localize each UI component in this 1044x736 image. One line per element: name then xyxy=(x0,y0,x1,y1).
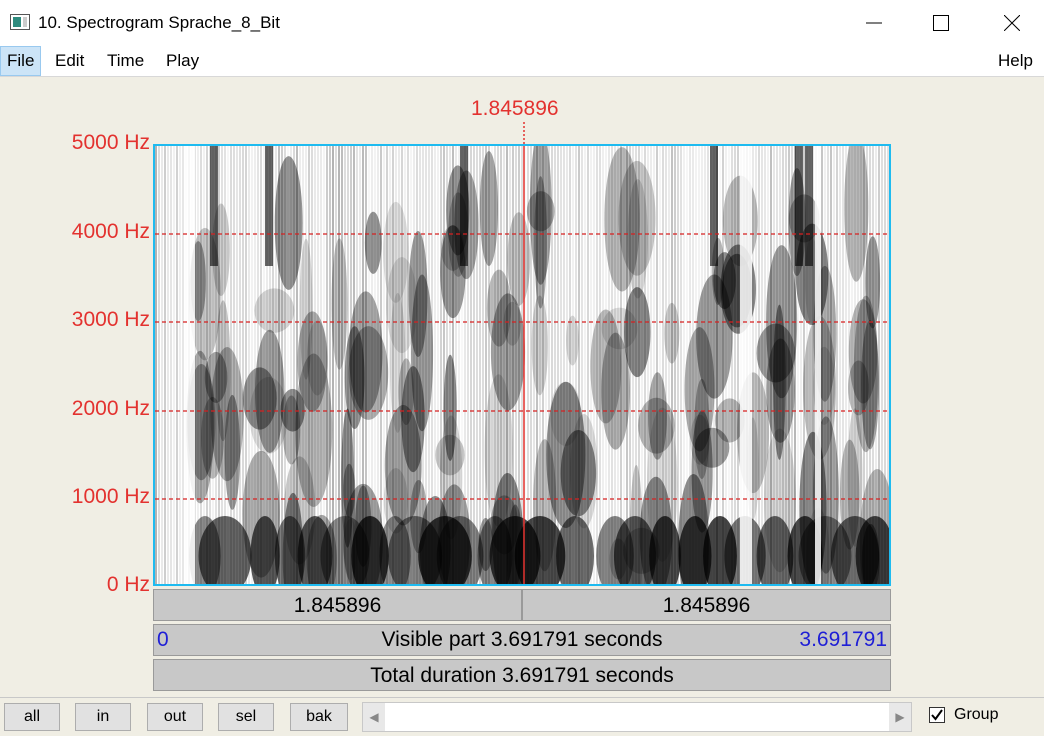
freq-label-5000: 5000 Hz xyxy=(71,131,150,154)
freq-label-1000: 1000 Hz xyxy=(71,485,150,508)
group-checkbox[interactable] xyxy=(929,707,945,723)
menu-bar: File Edit Time Play Help xyxy=(0,46,1044,77)
zoom-out-button[interactable]: out xyxy=(147,703,203,731)
freq-label-4000: 4000 Hz xyxy=(71,220,150,243)
menu-play[interactable]: Play xyxy=(160,46,205,76)
zoom-in-button[interactable]: in xyxy=(75,703,131,731)
group-label: Group xyxy=(954,706,999,723)
window-title: 10. Spectrogram Sprache_8_Bit xyxy=(38,13,280,32)
bottom-toolbar: all in out sel bak ◀ ▶ Group xyxy=(0,697,1044,736)
minimize-icon xyxy=(866,22,882,24)
minimize-button[interactable] xyxy=(851,0,897,46)
close-icon xyxy=(1004,15,1020,31)
spectrogram-image xyxy=(155,146,889,584)
visible-start: 0 xyxy=(157,628,169,651)
visible-end: 3.691791 xyxy=(799,628,887,651)
freq-label-3000: 3000 Hz xyxy=(71,308,150,331)
menu-time[interactable]: Time xyxy=(101,46,150,76)
app-icon xyxy=(10,14,30,30)
visible-part-text: Visible part 3.691791 seconds xyxy=(381,628,663,651)
freq-label-2000: 2000 Hz xyxy=(71,397,150,420)
zoom-back-button[interactable]: bak xyxy=(290,703,348,731)
segment-right[interactable]: 1.845896 xyxy=(522,589,891,621)
title-bar: 10. Spectrogram Sprache_8_Bit xyxy=(0,0,1044,46)
spectrogram-panel[interactable] xyxy=(153,144,891,586)
menu-edit[interactable]: Edit xyxy=(49,46,90,76)
menu-help[interactable]: Help xyxy=(992,46,1039,76)
zoom-selection-button[interactable]: sel xyxy=(218,703,274,731)
maximize-button[interactable] xyxy=(918,0,964,46)
visible-part-bar[interactable]: Visible part 3.691791 seconds 0 3.691791 xyxy=(153,624,891,656)
segment-left[interactable]: 1.845896 xyxy=(153,589,522,621)
checkmark-icon xyxy=(931,709,943,721)
menu-file[interactable]: File xyxy=(0,46,42,76)
scroll-right-icon[interactable]: ▶ xyxy=(889,703,911,731)
freq-label-0: 0 Hz xyxy=(106,573,150,596)
horizontal-scrollbar[interactable]: ◀ ▶ xyxy=(362,702,912,732)
close-button[interactable] xyxy=(989,0,1035,46)
total-duration-bar[interactable]: Total duration 3.691791 seconds xyxy=(153,659,891,691)
all-button[interactable]: all xyxy=(4,703,60,731)
maximize-icon xyxy=(933,15,949,31)
cursor-tick xyxy=(523,122,525,146)
cursor-time-label: 1.845896 xyxy=(471,97,559,120)
scroll-left-icon[interactable]: ◀ xyxy=(363,703,385,731)
